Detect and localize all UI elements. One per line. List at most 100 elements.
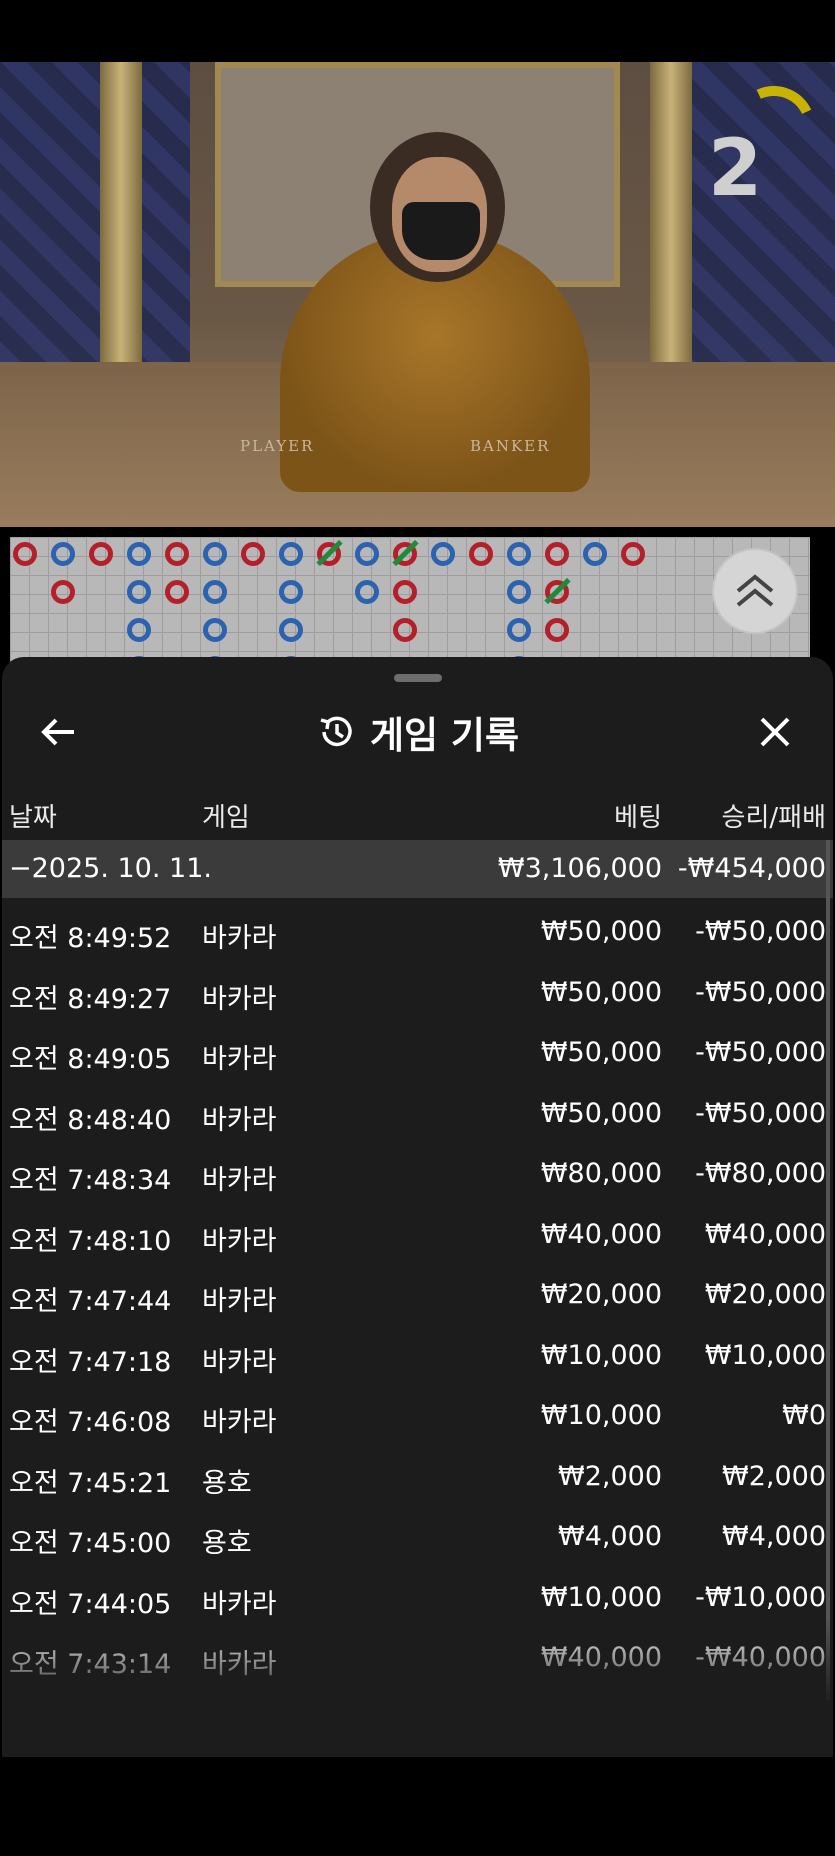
row-result: -₩80,000 <box>695 1158 826 1189</box>
row-game: 바카라 <box>202 1286 277 1317</box>
row-bet: ₩4,000 <box>558 1521 662 1552</box>
history-row[interactable]: 오전 8:49:05 바카라 ₩50,000 -₩50,000 <box>2 1023 833 1084</box>
history-row[interactable]: 오전 7:46:08 바카라 ₩10,000 ₩0 <box>2 1386 833 1447</box>
wall-left <box>0 62 190 392</box>
banker-bead <box>165 580 189 604</box>
banker-bead <box>393 618 417 642</box>
banker-bead <box>13 542 37 566</box>
row-bet: ₩2,000 <box>558 1460 662 1492</box>
history-row[interactable]: 오전 7:45:21 용호 ₩2,000 ₩2,000 <box>2 1447 833 1508</box>
row-result: -₩10,000 <box>695 1581 826 1613</box>
history-row[interactable]: 오전 7:48:10 바카라 ₩40,000 ₩40,000 <box>2 1205 833 1266</box>
summary-result: -₩454,000 <box>677 853 826 884</box>
player-bead <box>203 542 227 566</box>
banker-label: BANKER <box>470 437 551 455</box>
expand-button[interactable] <box>712 548 798 634</box>
summary-date: −2025. 10. 11. <box>9 853 212 884</box>
row-bet: ₩80,000 <box>540 1158 662 1189</box>
column-header-result: 승리/패배 <box>721 803 826 833</box>
player-bead <box>279 580 303 604</box>
row-game: 바카라 <box>202 1044 277 1075</box>
player-bead <box>355 580 379 604</box>
row-time: 오전 7:45:00 <box>9 1528 172 1559</box>
row-time: 오전 7:44:05 <box>9 1588 172 1620</box>
column-header-game: 게임 <box>202 803 250 833</box>
player-bead <box>203 580 227 604</box>
row-result: ₩40,000 <box>704 1218 826 1250</box>
player-bead <box>279 542 303 566</box>
banker-bead <box>51 580 75 604</box>
player-bead <box>583 542 607 566</box>
player-bead <box>355 542 379 566</box>
row-bet: ₩50,000 <box>540 916 662 947</box>
history-icon <box>320 716 352 747</box>
summary-bet: ₩3,106,000 <box>497 853 662 884</box>
row-result: -₩50,000 <box>695 1097 826 1129</box>
row-game: 바카라 <box>202 923 277 954</box>
row-game: 바카라 <box>202 1165 277 1196</box>
row-game: 용호 <box>202 1467 252 1499</box>
row-result: -₩50,000 <box>695 976 826 1008</box>
player-bead <box>51 542 75 566</box>
history-row[interactable]: 오전 8:48:40 바카라 ₩50,000 -₩50,000 <box>2 1084 833 1145</box>
banker-bead <box>393 580 417 604</box>
drag-handle[interactable] <box>394 674 442 682</box>
list-fade <box>2 1617 833 1757</box>
chevron-double-up-icon <box>736 574 774 607</box>
row-bet: ₩10,000 <box>540 1400 662 1431</box>
banker-bead <box>545 542 569 566</box>
player-bead <box>279 618 303 642</box>
banker-bead <box>545 618 569 642</box>
banker-bead <box>89 542 113 566</box>
dealer-mask <box>402 202 480 260</box>
history-row[interactable]: 오전 8:49:27 바카라 ₩50,000 -₩50,000 <box>2 963 833 1024</box>
row-time: 오전 7:47:18 <box>9 1346 172 1378</box>
row-game: 바카라 <box>202 1346 277 1378</box>
player-label: PLAYER <box>240 437 315 455</box>
row-game: 바카라 <box>202 1225 277 1257</box>
history-row[interactable]: 오전 7:45:00 용호 ₩4,000 ₩4,000 <box>2 1507 833 1568</box>
close-icon <box>760 717 790 747</box>
sheet-title: 게임 기록 <box>369 714 520 757</box>
row-bet: ₩40,000 <box>540 1218 662 1250</box>
history-row[interactable]: 오전 7:47:44 바카라 ₩20,000 ₩20,000 <box>2 1265 833 1326</box>
history-row[interactable]: 오전 7:48:34 바카라 ₩80,000 -₩80,000 <box>2 1144 833 1205</box>
row-time: 오전 7:46:08 <box>9 1407 172 1438</box>
row-bet: ₩10,000 <box>540 1581 662 1613</box>
bead-roadmap <box>10 537 810 680</box>
player-bead <box>127 618 151 642</box>
row-result: ₩20,000 <box>704 1279 826 1310</box>
banker-bead <box>241 542 265 566</box>
player-bead <box>507 580 531 604</box>
row-bet: ₩50,000 <box>540 976 662 1008</box>
row-time: 오전 8:49:27 <box>9 983 172 1015</box>
row-time: 오전 8:49:05 <box>9 1044 172 1075</box>
row-result: ₩4,000 <box>722 1521 826 1552</box>
row-time: 오전 7:45:21 <box>9 1467 172 1499</box>
row-time: 오전 8:49:52 <box>9 923 172 954</box>
banker-bead <box>621 542 645 566</box>
date-group-summary[interactable]: −2025. 10. 11. ₩3,106,000 -₩454,000 <box>2 840 833 898</box>
row-time: 오전 7:47:44 <box>9 1286 172 1317</box>
row-bet: ₩20,000 <box>540 1279 662 1310</box>
close-button[interactable] <box>758 697 798 767</box>
row-game: 바카라 <box>202 983 277 1015</box>
column-header-bet: 베팅 <box>614 803 662 833</box>
live-video: PLAYER BANKER 2 <box>0 62 835 527</box>
row-game: 바카라 <box>202 1588 277 1620</box>
player-bead <box>203 618 227 642</box>
row-game: 용호 <box>202 1528 252 1559</box>
row-bet: ₩10,000 <box>540 1339 662 1371</box>
game-history-sheet: 게임 기록 날짜 게임 베팅 승리/패배 −2025. 10. 11. ₩3,1… <box>2 657 833 1757</box>
row-result: ₩10,000 <box>704 1339 826 1371</box>
scrollbar[interactable] <box>826 840 830 1700</box>
row-result: -₩50,000 <box>695 916 826 947</box>
history-row[interactable]: 오전 7:47:18 바카라 ₩10,000 ₩10,000 <box>2 1326 833 1387</box>
pillar <box>100 62 142 372</box>
history-row[interactable]: 오전 8:49:52 바카라 ₩50,000 -₩50,000 <box>2 902 833 963</box>
row-result: -₩50,000 <box>695 1037 826 1068</box>
round-counter: 2 <box>708 124 763 214</box>
player-bead <box>127 580 151 604</box>
row-bet: ₩50,000 <box>540 1097 662 1129</box>
row-result: ₩2,000 <box>722 1460 826 1492</box>
